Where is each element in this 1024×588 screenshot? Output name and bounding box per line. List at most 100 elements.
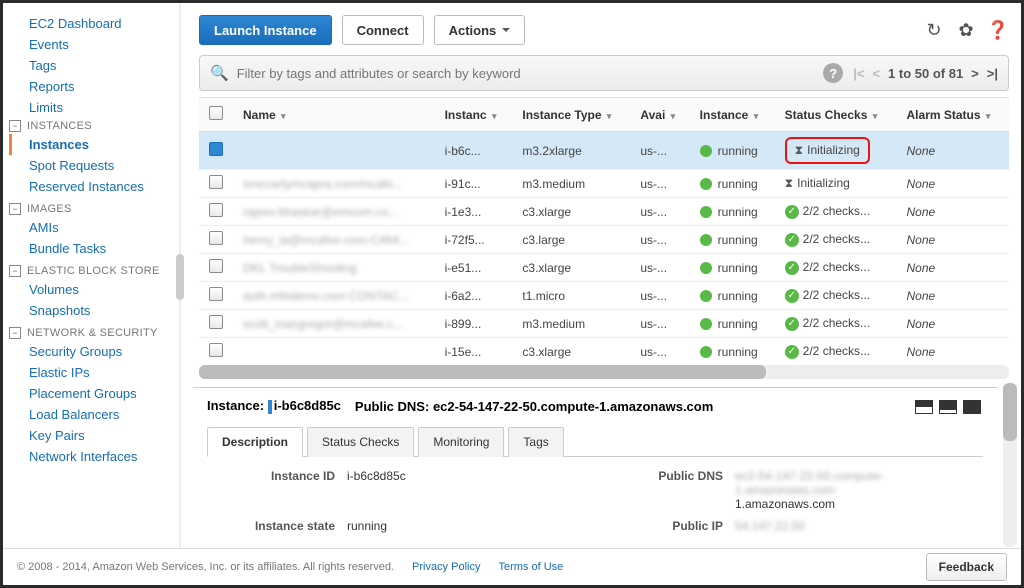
row-checkbox[interactable] bbox=[209, 259, 223, 273]
filter-input[interactable] bbox=[237, 66, 824, 81]
row-checkbox[interactable] bbox=[209, 343, 223, 357]
column-header[interactable]: Instance ▾ bbox=[690, 98, 775, 132]
table-row[interactable]: auth.mfedemo.com CONTAC...i-6a2...t1.mic… bbox=[199, 282, 1009, 310]
sidebar-item[interactable]: Placement Groups bbox=[9, 383, 173, 404]
column-header[interactable]: Name ▾ bbox=[233, 98, 435, 132]
kv-row: Public DNSec2-54-147-22-50.compute-1.ama… bbox=[595, 469, 983, 511]
horizontal-scrollbar[interactable] bbox=[199, 365, 1009, 379]
sidebar-item[interactable]: Key Pairs bbox=[9, 425, 173, 446]
tab-status-checks[interactable]: Status Checks bbox=[307, 427, 414, 457]
cell-status-checks: ✓2/2 checks... bbox=[775, 282, 897, 310]
tab-tags[interactable]: Tags bbox=[508, 427, 563, 457]
cell-state: running bbox=[690, 338, 775, 362]
sidebar-item[interactable]: Security Groups bbox=[9, 341, 173, 362]
layout-toggle[interactable] bbox=[915, 400, 981, 414]
gear-icon[interactable]: ✿ bbox=[955, 19, 977, 41]
feedback-button[interactable]: Feedback bbox=[926, 553, 1007, 581]
tab-monitoring[interactable]: Monitoring bbox=[418, 427, 504, 457]
caret-down-icon bbox=[502, 28, 510, 36]
detail-instance-id: i-b6c8d85c bbox=[274, 398, 341, 413]
page-next[interactable]: > bbox=[971, 66, 979, 81]
column-header[interactable]: Instance Type ▾ bbox=[512, 98, 630, 132]
sidebar-item[interactable]: Reserved Instances bbox=[9, 176, 173, 197]
sidebar-item[interactable]: Spot Requests bbox=[9, 155, 173, 176]
row-checkbox[interactable] bbox=[209, 287, 223, 301]
cell-status-checks: ✓2/2 checks... bbox=[775, 254, 897, 282]
cell-status-checks: ⧗Initializing bbox=[775, 170, 897, 198]
column-header[interactable]: Status Checks ▾ bbox=[775, 98, 897, 132]
cell-instance-id: i-1e3... bbox=[435, 198, 513, 226]
cell-instance-type: c3.xlarge bbox=[512, 254, 630, 282]
sidebar-item[interactable]: Events bbox=[9, 34, 173, 55]
detail-pdns-label: Public DNS: bbox=[355, 399, 429, 414]
cell-name bbox=[233, 338, 435, 362]
filter-help-icon[interactable]: ? bbox=[823, 63, 843, 83]
sidebar-item[interactable]: Bundle Tasks bbox=[9, 238, 173, 259]
table-row[interactable]: DKL TroubleShootingi-e51...c3.xlargeus-.… bbox=[199, 254, 1009, 282]
state-dot-icon bbox=[700, 145, 712, 157]
state-dot-icon bbox=[700, 290, 712, 302]
sidebar-resize-handle[interactable] bbox=[173, 3, 187, 551]
sidebar-item[interactable]: Load Balancers bbox=[9, 404, 173, 425]
detail-panel: Instance: i-b6c8d85c Public DNS: ec2-54-… bbox=[193, 387, 997, 551]
row-checkbox[interactable] bbox=[209, 142, 223, 156]
sidebar-item[interactable]: Instances bbox=[9, 134, 173, 155]
sidebar-section-head[interactable]: −INSTANCES bbox=[9, 118, 173, 134]
cell-instance-id: i-91c... bbox=[435, 170, 513, 198]
page-last[interactable]: >| bbox=[987, 66, 998, 81]
help-icon[interactable]: ❓ bbox=[987, 19, 1009, 41]
terms-link[interactable]: Terms of Use bbox=[498, 561, 563, 573]
connect-button[interactable]: Connect bbox=[342, 15, 424, 45]
sidebar-section-head[interactable]: −IMAGES bbox=[9, 201, 173, 217]
launch-instance-button[interactable]: Launch Instance bbox=[199, 15, 332, 45]
row-checkbox[interactable] bbox=[209, 203, 223, 217]
sidebar-section-head[interactable]: −ELASTIC BLOCK STORE bbox=[9, 263, 173, 279]
sidebar-item[interactable]: Elastic IPs bbox=[9, 362, 173, 383]
column-header[interactable]: Avai ▾ bbox=[630, 98, 689, 132]
select-all-checkbox[interactable] bbox=[209, 106, 223, 120]
cell-state: running bbox=[690, 282, 775, 310]
kv-value: 54.147.22.50 bbox=[735, 519, 983, 533]
sidebar-item[interactable]: AMIs bbox=[9, 217, 173, 238]
actions-button[interactable]: Actions bbox=[434, 15, 526, 45]
column-header[interactable] bbox=[199, 98, 233, 132]
sidebar-item[interactable]: Snapshots bbox=[9, 300, 173, 321]
table-row[interactable]: rajeev.bhaskar@emcom.co...i-1e3...c3.xla… bbox=[199, 198, 1009, 226]
row-checkbox[interactable] bbox=[209, 315, 223, 329]
cell-alarm: None bbox=[897, 170, 1009, 198]
cell-state: running bbox=[690, 132, 775, 170]
sidebar-item[interactable]: Volumes bbox=[9, 279, 173, 300]
table-row[interactable]: i-15e...c3.xlargeus-...running✓2/2 check… bbox=[199, 338, 1009, 362]
sidebar-item[interactable]: Reports bbox=[9, 76, 173, 97]
row-checkbox[interactable] bbox=[209, 231, 223, 245]
description-kv: Instance IDi-b6c8d85cPublic DNSec2-54-14… bbox=[207, 457, 983, 541]
sidebar-item[interactable]: Limits bbox=[9, 97, 173, 118]
table-row[interactable]: henry_la@mcafee.com-C464...i-72f5...c3.l… bbox=[199, 226, 1009, 254]
privacy-link[interactable]: Privacy Policy bbox=[412, 561, 480, 573]
table-row[interactable]: scott_macgregor@mcafee.c...i-899...m3.me… bbox=[199, 310, 1009, 338]
cell-instance-type: t1.micro bbox=[512, 282, 630, 310]
sidebar-item[interactable]: Network Interfaces bbox=[9, 446, 173, 467]
state-dot-icon bbox=[700, 206, 712, 218]
cell-az: us-... bbox=[630, 254, 689, 282]
kv-row: Instance staterunning bbox=[207, 519, 595, 533]
cell-state: running bbox=[690, 310, 775, 338]
cell-state: running bbox=[690, 170, 775, 198]
column-header[interactable]: Alarm Status ▾ bbox=[897, 98, 1009, 132]
tab-description[interactable]: Description bbox=[207, 427, 303, 457]
vertical-scrollbar[interactable] bbox=[1003, 383, 1017, 547]
page-first[interactable]: |< bbox=[853, 66, 864, 81]
cell-alarm: None bbox=[897, 338, 1009, 362]
row-checkbox[interactable] bbox=[209, 175, 223, 189]
sidebar-item[interactable]: Tags bbox=[9, 55, 173, 76]
sidebar-item[interactable]: EC2 Dashboard bbox=[9, 13, 173, 34]
column-header[interactable]: Instanc ▾ bbox=[435, 98, 513, 132]
check-ok-icon: ✓ bbox=[785, 289, 799, 303]
refresh-icon[interactable]: ↻ bbox=[923, 19, 945, 41]
cell-az: us-... bbox=[630, 198, 689, 226]
table-row[interactable]: i-b6c...m3.2xlargeus-...running⧗Initiali… bbox=[199, 132, 1009, 170]
page-prev[interactable]: < bbox=[872, 66, 880, 81]
table-row[interactable]: smccarty/ncapra.com/mcafe...i-91c...m3.m… bbox=[199, 170, 1009, 198]
kv-value: running bbox=[347, 519, 595, 533]
sidebar-section-head[interactable]: −NETWORK & SECURITY bbox=[9, 325, 173, 341]
